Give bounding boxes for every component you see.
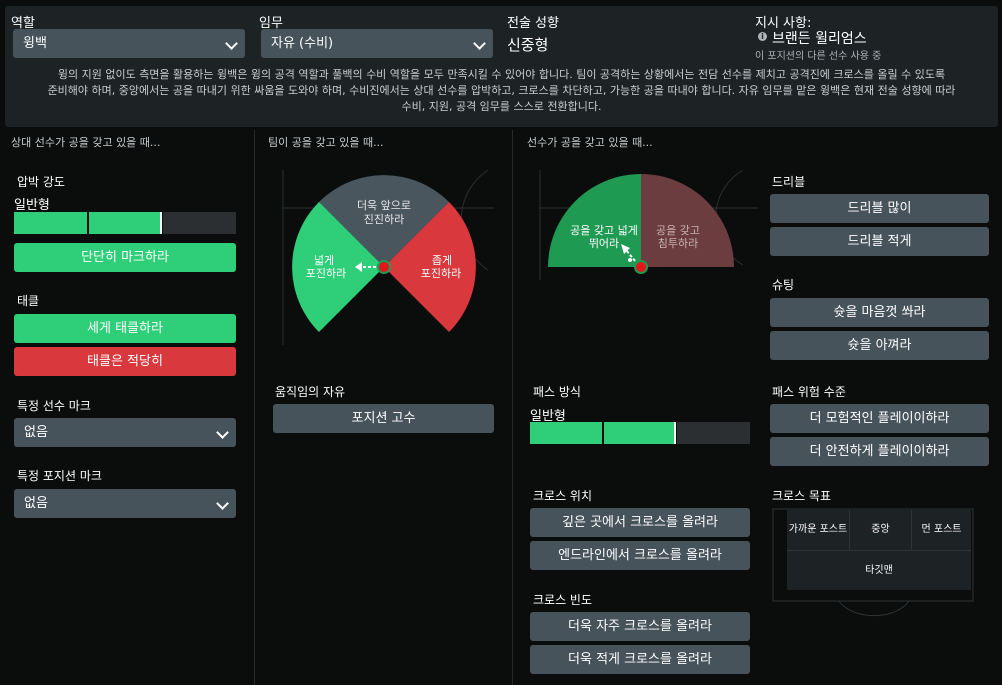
cross-less-often-button[interactable]: 더욱 적게 크로스를 올려라 [530,645,750,674]
chevron-down-icon [225,37,238,50]
passing-style-label: 패스 방식 [533,385,581,399]
player-position-dot [377,260,391,274]
description-line: 수비, 지원, 공격 임무를 스스로 전환합니다. [401,100,602,113]
in-possession-heading: 팀이 공을 갖고 있을 때... [268,136,384,149]
wedge-label: 좁게 [432,254,452,267]
tackle-harder-button[interactable]: 세게 태클하라 [14,314,236,343]
target-man-zone[interactable]: 타깃맨 [787,550,971,590]
cross-from-label: 크로스 위치 [533,489,593,503]
ball-carrying-diagram: 공을 갖고 넓게 뛰어라 공을 갖고 침투하라 [539,169,758,280]
player-note: 이 포지션의 다른 선수 사용 중 [755,51,882,62]
role-dropdown[interactable]: 윙백 [13,29,245,58]
wedge-label: 진진하라 [364,212,404,226]
mark-tighter-button[interactable]: 단단히 마크하라 [14,243,236,272]
pressing-value: 일반형 [14,198,50,213]
description-line: 준비해야 하며, 중앙에서는 공을 따내기 위한 싸움을 도와야 하며, 수비진… [47,84,956,97]
out-of-possession-heading: 상대 선수가 공을 갖고 있을 때... [11,136,161,149]
shoot-more-button[interactable]: 슛을 마음껏 쏴라 [770,298,989,327]
freedom-label: 움직임의 자유 [275,385,346,399]
role-header-panel: 역할 윙백 임무 자유 (수비) 전술 성향 신중형 지시 사항: i 브랜든 … [5,6,998,127]
dribble-more-button[interactable]: 드리블 많이 [770,194,989,223]
duty-value: 자유 (수비) [271,36,334,51]
shooting-label: 슈팅 [772,278,795,292]
role-value: 윙백 [23,36,47,51]
centre-zone[interactable]: 중앙 [849,510,911,550]
mark-player-dropdown[interactable]: 없음 [14,418,236,447]
mark-player-value: 없음 [24,425,48,440]
column-divider [512,130,513,685]
mentality-value: 신중형 [507,36,549,54]
mark-player-label: 특정 선수 마크 [17,399,91,413]
wedge-label: 공을 갖고 넓게 [570,224,638,237]
chevron-down-icon [216,497,229,510]
slider-tick [602,422,604,444]
chevron-down-icon [216,426,229,439]
player-in-possession-heading: 선수가 공을 갖고 있을 때... [527,136,653,149]
dribbling-label: 드리블 [772,175,806,189]
wedge-label: 침투하라 [658,236,698,250]
slider-marker [160,212,162,234]
team-position-diagram: 더욱 앞으로 진진하라 넓게 포진하라 좁게 포진하라 [282,169,494,345]
pressing-label: 압박 강도 [17,175,65,189]
run-wide-with-ball-wedge[interactable] [548,174,641,267]
player-name[interactable]: 브랜든 윌리엄스 [772,28,867,48]
mark-position-label: 특정 포지션 마크 [17,469,102,483]
cross-frequency-label: 크로스 빈도 [533,593,593,607]
role-description: 윙의 지원 없이도 측면을 활용하는 윙백은 윙의 공격 역할과 풀백의 수비 … [10,67,993,115]
wedge-label: 포진하라 [306,266,346,280]
player-position-dot [634,260,648,274]
far-post-zone[interactable]: 먼 포스트 [911,510,971,550]
shoot-less-button[interactable]: 슛을 아껴라 [770,331,989,360]
near-post-zone[interactable]: 가까운 포스트 [787,510,849,550]
passing-directness-slider[interactable] [530,422,750,444]
mark-position-dropdown[interactable]: 없음 [14,489,236,518]
cross-from-byline-button[interactable]: 엔드라인에서 크로스를 올려라 [530,541,750,570]
description-line: 윙의 지원 없이도 측면을 활용하는 윙백은 윙의 공격 역할과 풀백의 수비 … [57,68,946,81]
column-divider [254,130,255,685]
take-more-risks-button[interactable]: 더 모험적인 플레이이하라 [770,404,989,433]
wedge-label: 공을 갖고 [656,224,700,237]
chevron-down-icon [473,37,486,50]
passing-risk-label: 패스 위험 수준 [772,385,846,399]
cross-target-zones: 가까운 포스트 중앙 먼 포스트 타깃맨 [787,510,971,590]
ease-off-tackles-button[interactable]: 태클은 적당히 [14,347,236,376]
pressing-intensity-slider[interactable] [14,212,236,234]
cross-more-often-button[interactable]: 더욱 자주 크로스를 올려라 [530,612,750,641]
mentality-label: 전술 성향 [507,16,559,31]
info-icon: i [758,32,767,41]
duty-dropdown[interactable]: 자유 (수비) [261,29,493,58]
wedge-label: 넓게 [314,254,334,267]
play-safer-button[interactable]: 더 안전하게 플레이이하라 [770,437,989,466]
penalty-arc [838,600,910,617]
wedge-label: 더욱 앞으로 [357,199,411,212]
cross-target-label: 크로스 목표 [772,489,832,503]
cross-from-deep-button[interactable]: 깊은 곳에서 크로스를 올려라 [530,508,750,537]
mark-position-value: 없음 [24,496,48,511]
hold-position-button[interactable]: 포지션 고수 [273,404,494,433]
dribble-inside-wedge[interactable] [641,174,734,267]
slider-marker [674,422,676,444]
wedge-label: 뛰어라 [589,237,619,250]
tackling-label: 태클 [17,294,40,308]
dribble-less-button[interactable]: 드리블 적게 [770,227,989,256]
wedge-label: 포진하라 [421,266,461,280]
slider-tick [87,212,89,234]
